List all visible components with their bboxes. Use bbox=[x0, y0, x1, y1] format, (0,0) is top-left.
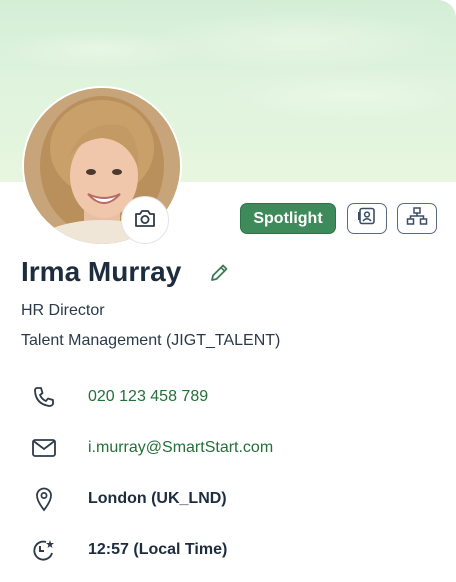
clock-icon bbox=[30, 536, 58, 564]
contact-card-button[interactable] bbox=[347, 203, 387, 234]
location-row: London (UK_LND) bbox=[0, 485, 456, 515]
email-row: i.murray@SmartStart.com bbox=[0, 434, 456, 464]
org-chart-button[interactable] bbox=[397, 203, 437, 234]
local-time-text: 12:57 (Local Time) bbox=[88, 541, 228, 558]
org-chart-icon bbox=[406, 207, 428, 230]
profile-card: Spotlight Irma Murray HR Director Talent… bbox=[0, 0, 456, 582]
phone-link[interactable]: 020 123 458 789 bbox=[88, 388, 208, 406]
phone-row: 020 123 458 789 bbox=[0, 383, 456, 413]
phone-icon bbox=[30, 383, 58, 411]
department: Talent Management (JIGT_TALENT) bbox=[21, 332, 281, 349]
location-pin-icon bbox=[30, 485, 58, 513]
mail-icon bbox=[30, 434, 58, 462]
employee-name: Irma Murray bbox=[21, 256, 182, 287]
job-title: HR Director bbox=[21, 302, 105, 319]
pencil-icon[interactable] bbox=[208, 262, 230, 289]
location-text: London (UK_LND) bbox=[88, 490, 227, 507]
email-link[interactable]: i.murray@SmartStart.com bbox=[88, 439, 273, 457]
camera-icon bbox=[134, 208, 156, 233]
spotlight-button[interactable]: Spotlight bbox=[240, 203, 336, 234]
contact-card-icon bbox=[357, 207, 377, 230]
local-time-row: 12:57 (Local Time) bbox=[0, 536, 456, 566]
change-photo-button[interactable] bbox=[121, 196, 169, 244]
